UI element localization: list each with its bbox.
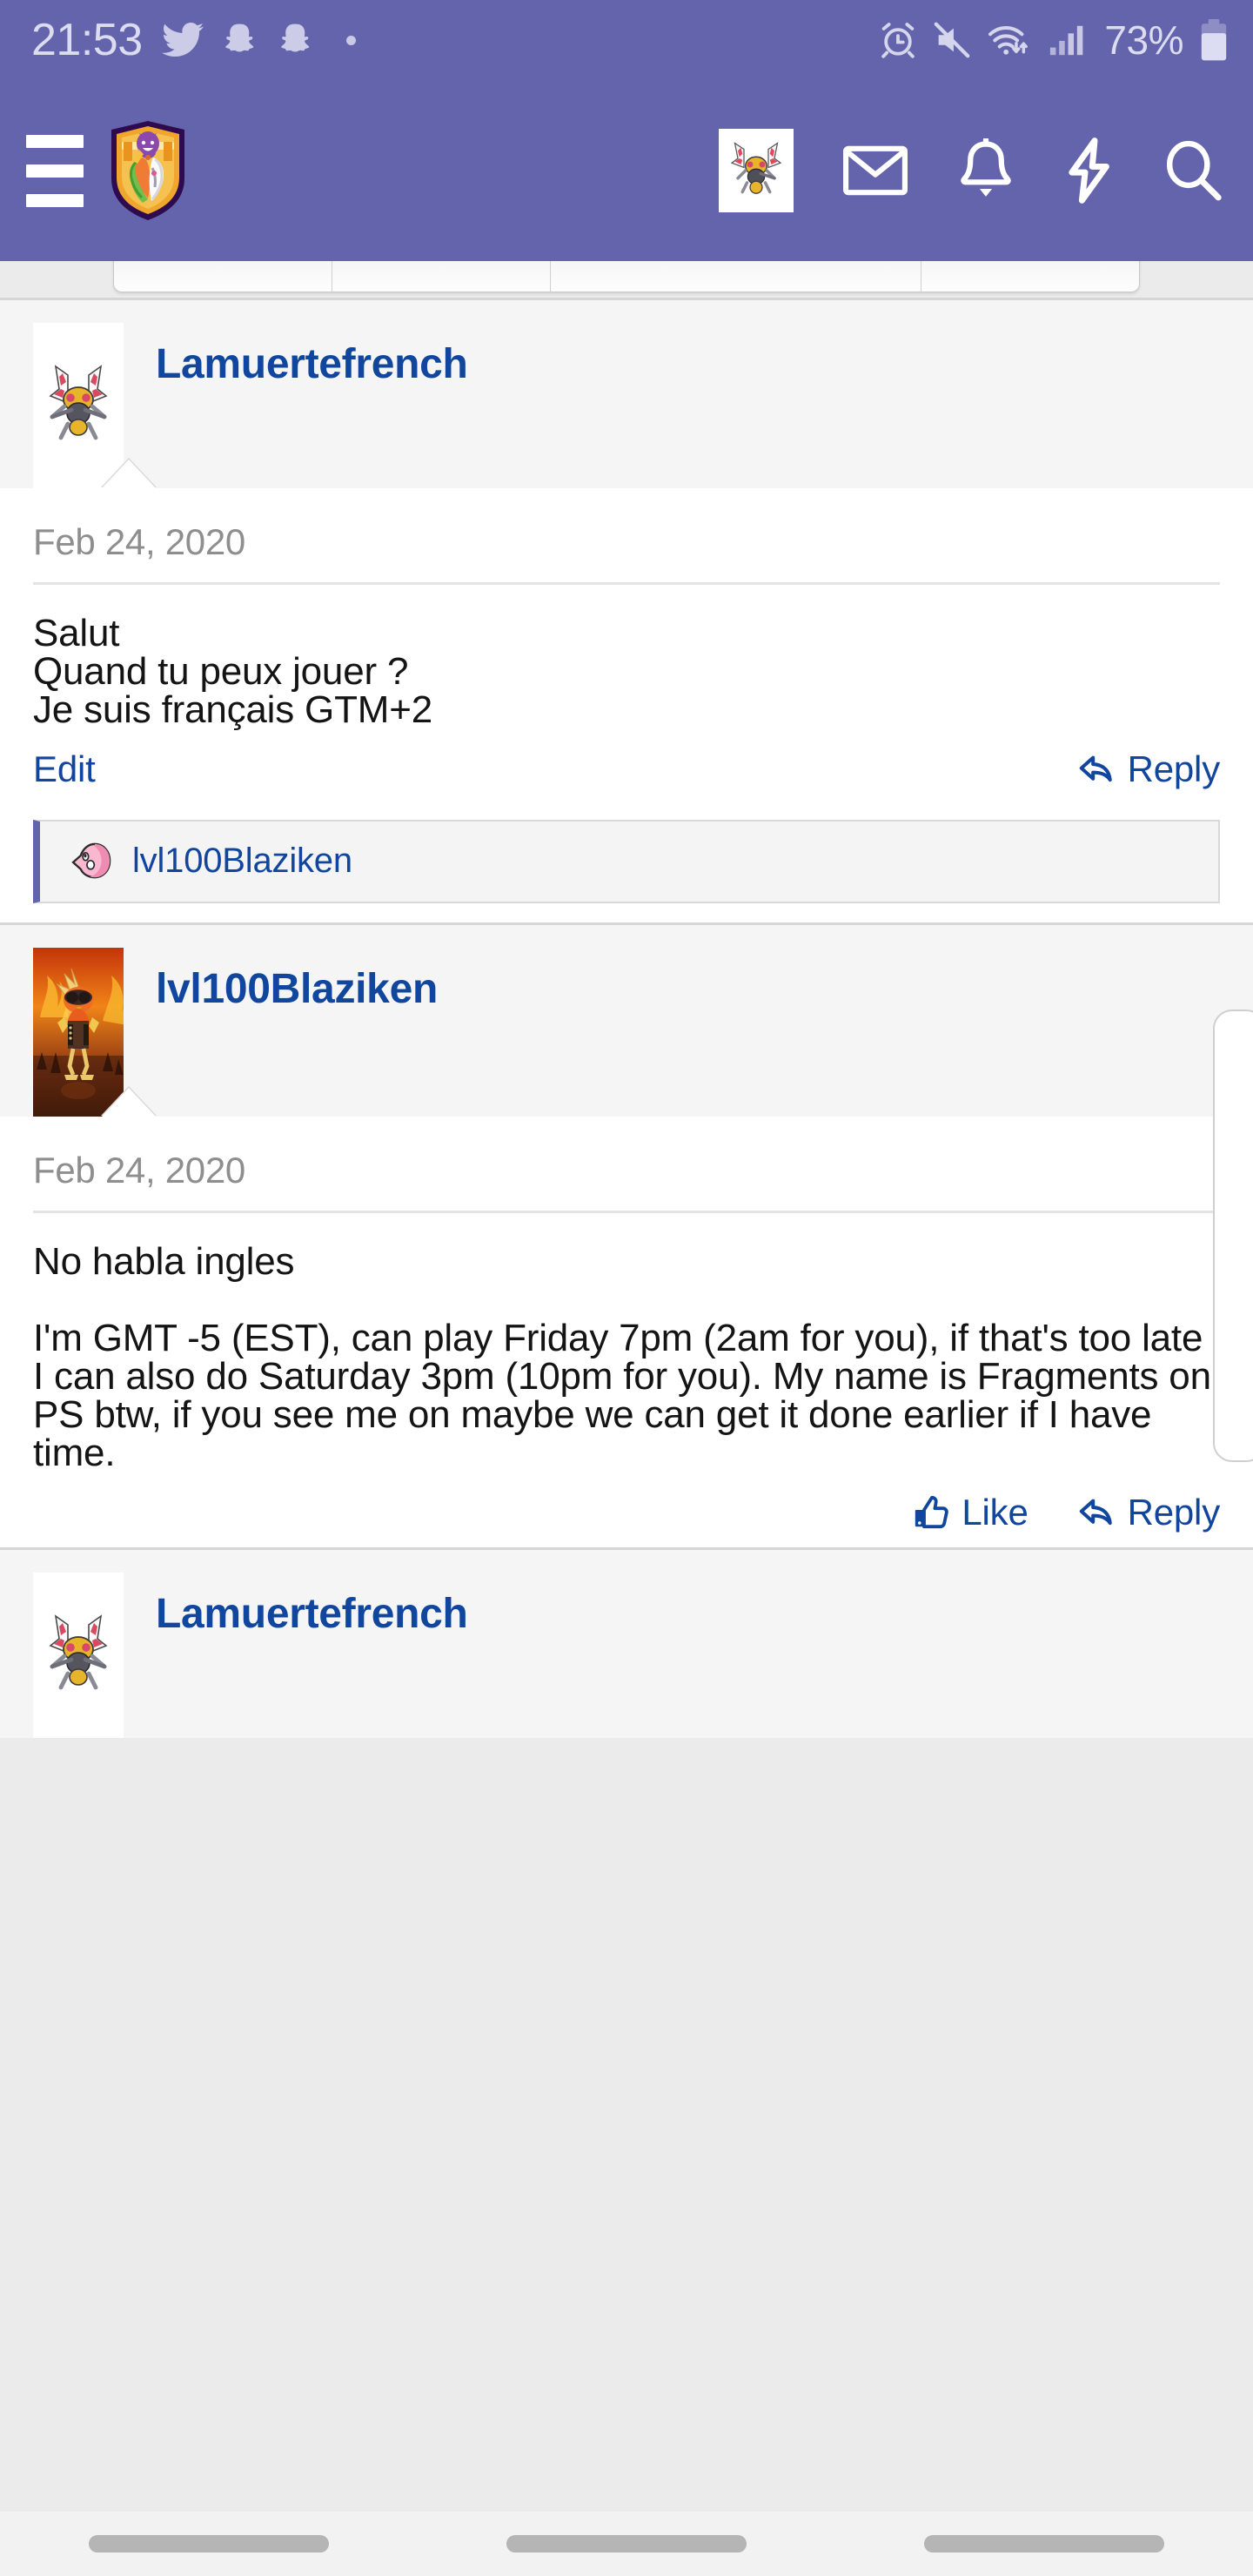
post-header: Lamuertefrench xyxy=(0,1550,1253,1738)
hamburger-bar xyxy=(26,134,84,148)
post-message: No habla ingles I'm GMT -5 (EST), can pl… xyxy=(33,1240,1211,1474)
post-header: Lamuertefrench xyxy=(0,300,1253,489)
post: Lamuertefrench xyxy=(0,1547,1253,1738)
reply-arrow-icon xyxy=(1079,755,1112,782)
recents-button[interactable] xyxy=(89,2535,329,2553)
post-author-link[interactable]: lvl100Blaziken xyxy=(156,965,438,1013)
post-actions: Edit Reply xyxy=(33,729,1220,804)
quoted-user-box[interactable]: lvl100Blaziken xyxy=(33,820,1220,903)
post-header: lvl100Blaziken xyxy=(0,925,1253,1117)
search-icon[interactable] xyxy=(1163,139,1223,202)
user-avatar[interactable] xyxy=(719,129,794,212)
like-label: Like xyxy=(962,1492,1029,1533)
site-logo-shield[interactable] xyxy=(104,119,191,222)
reply-label: Reply xyxy=(1127,1492,1221,1533)
post-body: Feb 24, 2020 Salut Quand tu peux jouer ?… xyxy=(0,488,1253,922)
partial-toolbar-bar xyxy=(113,261,1140,292)
status-bar-right: 73% xyxy=(878,17,1229,64)
post-body: Feb 24, 2020 No habla ingles I'm GMT -5 … xyxy=(0,1117,1253,1547)
post-caret xyxy=(101,1088,157,1117)
home-button[interactable] xyxy=(506,2535,747,2553)
battery-icon xyxy=(1201,19,1227,61)
battery-percent-label: 73% xyxy=(1104,17,1183,63)
reply-button[interactable]: Reply xyxy=(1077,1492,1220,1533)
lightning-bolt-icon[interactable] xyxy=(1063,138,1114,204)
status-bar-left: 21:53 xyxy=(31,14,356,66)
edit-button[interactable]: Edit xyxy=(33,748,96,790)
post-author-link[interactable]: Lamuertefrench xyxy=(156,340,468,388)
hamburger-menu-icon[interactable] xyxy=(26,134,84,207)
reply-button[interactable]: Reply xyxy=(1077,748,1220,790)
hamburger-bar xyxy=(26,193,84,207)
partial-toolbar xyxy=(0,261,1253,298)
phone-screen: 21:53 73% Lamuertefrench Feb 24, 2020 Sa… xyxy=(0,0,1253,2576)
post-date: Feb 24, 2020 xyxy=(33,521,1220,585)
alerts-bell-icon[interactable] xyxy=(957,138,1015,203)
post-caret xyxy=(101,460,157,489)
post: lvl100Blaziken Feb 24, 2020 No habla ing… xyxy=(0,922,1253,1547)
header-icon-group xyxy=(719,129,1223,212)
twitter-icon xyxy=(161,23,204,57)
toolbar-segment[interactable] xyxy=(921,261,1139,292)
post: Lamuertefrench Feb 24, 2020 Salut Quand … xyxy=(0,298,1253,922)
signal-icon xyxy=(1050,25,1083,56)
hamburger-bar xyxy=(26,164,84,178)
wifi-icon xyxy=(988,25,1029,55)
app-header xyxy=(0,80,1253,261)
post-actions: Like Reply xyxy=(33,1472,1220,1547)
toolbar-segment[interactable] xyxy=(332,261,551,292)
inbox-icon[interactable] xyxy=(842,144,908,197)
quoted-username[interactable]: lvl100Blaziken xyxy=(132,842,352,881)
snapchat-icon xyxy=(224,23,253,52)
snapchat-icon xyxy=(280,23,309,52)
toolbar-segment[interactable] xyxy=(114,261,332,292)
alarm-icon xyxy=(881,23,915,58)
reply-label: Reply xyxy=(1127,748,1221,789)
thread-content: Lamuertefrench Feb 24, 2020 Salut Quand … xyxy=(0,261,1253,2576)
status-clock: 21:53 xyxy=(31,15,143,65)
toolbar-segment[interactable] xyxy=(551,261,921,292)
mute-icon xyxy=(935,22,970,58)
reply-arrow-icon xyxy=(1079,1499,1112,1526)
back-button[interactable] xyxy=(924,2535,1164,2553)
thumbs-up-icon xyxy=(915,1495,949,1529)
beedrill-sprite-avatar[interactable] xyxy=(33,1573,124,1738)
like-button[interactable]: Like xyxy=(913,1492,1029,1533)
system-navigation-bar xyxy=(0,2512,1253,2576)
side-panel-edge xyxy=(1213,1010,1253,1462)
post-message: Salut Quand tu peux jouer ? Je suis fran… xyxy=(33,612,432,731)
post-author-link[interactable]: Lamuertefrench xyxy=(156,1590,468,1638)
notification-dot-icon xyxy=(345,35,356,45)
post-date: Feb 24, 2020 xyxy=(33,1150,1220,1213)
status-bar: 21:53 73% xyxy=(0,0,1253,80)
kirby-pink-avatar xyxy=(71,842,111,879)
